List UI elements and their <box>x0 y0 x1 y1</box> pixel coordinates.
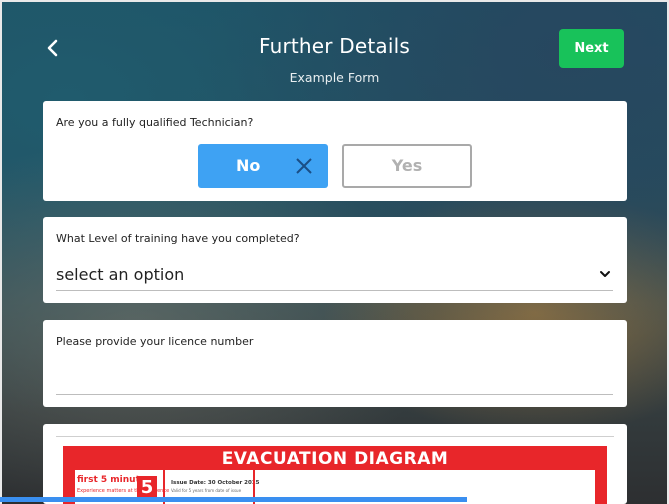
issue-date-sub: Valid for 5 years from date of issue <box>171 488 242 493</box>
divider <box>56 436 614 437</box>
licence-number-input[interactable] <box>56 360 613 395</box>
evacuation-image-card: EVACUATION DIAGRAM first 5 minutes Exper… <box>43 424 627 504</box>
evacuation-diagram-title: EVACUATION DIAGRAM <box>221 449 449 469</box>
evacuation-diagram-image[interactable]: EVACUATION DIAGRAM first 5 minutes Exper… <box>63 446 607 504</box>
training-level-question: What Level of training have you complete… <box>56 232 300 245</box>
page-subtitle: Example Form <box>289 70 380 85</box>
training-level-value: select an option <box>56 265 185 284</box>
window-frame-top <box>0 0 669 2</box>
option-yes-label: Yes <box>391 156 423 175</box>
next-button[interactable]: Next <box>559 29 624 68</box>
qualified-technician-card: Are you a fully qualified Technician? No… <box>43 101 627 201</box>
close-icon <box>296 158 312 174</box>
licence-number-question: Please provide your licence number <box>56 335 254 348</box>
option-yes-button[interactable]: Yes <box>342 144 472 188</box>
option-no-button[interactable]: No <box>198 144 328 188</box>
issue-date-label: Issue Date: 30 October 2015 <box>171 480 260 486</box>
scroll-progress-bar[interactable] <box>0 497 467 502</box>
qualified-technician-question: Are you a fully qualified Technician? <box>56 116 254 129</box>
option-no-label: No <box>236 156 261 175</box>
training-level-card: What Level of training have you complete… <box>43 217 627 303</box>
licence-number-card: Please provide your licence number <box>43 320 627 407</box>
training-level-select[interactable]: select an option <box>56 260 613 291</box>
chevron-down-icon <box>600 271 610 277</box>
